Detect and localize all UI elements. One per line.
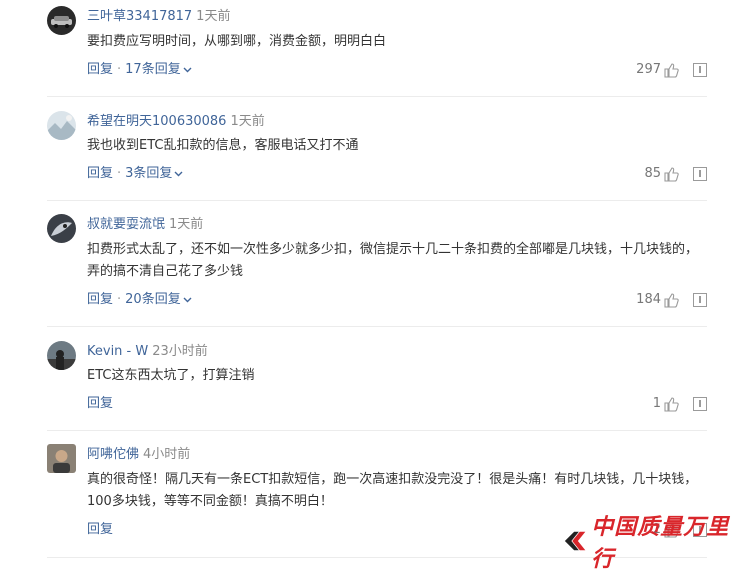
comment-stats: 1 [653,395,707,413]
replies-count: 3条回复 [125,166,173,181]
comment-stats: 184 [636,291,707,309]
report-icon[interactable] [693,293,707,307]
comment-meta: Kevin - W 23小时前 [87,343,208,361]
separator: · [117,62,122,77]
comment-text: 要扣费应写明时间，从哪到哪，消费金额，明明白白 [87,34,387,49]
comment-text: 我也收到ETC乱扣款的信息，客服电话又打不通 [87,138,359,153]
thumbs-up-icon[interactable] [664,62,679,78]
thumbs-up-icon[interactable] [664,292,679,308]
username[interactable]: 阿咈佗佛 [87,447,139,462]
reply-button[interactable]: 回复 [87,62,113,77]
separator: · [117,292,122,307]
avatar[interactable] [47,341,76,370]
report-icon[interactable] [693,63,707,77]
comment-time: 1天前 [169,217,204,232]
comment-stats: 85 [644,165,707,183]
chevron-down-icon [183,67,192,72]
comment-meta: 叔就要耍流氓 1天前 [87,216,203,234]
comment-actions: 回复 [87,521,113,539]
comment-time: 1天前 [230,114,265,129]
comment-meta: 希望在明天100630086 1天前 [87,113,265,131]
dark-avatar-image [47,214,76,243]
watermark-logo: 中国质量万里行 [563,514,741,572]
comment-actions: 回复 [87,395,113,413]
divider [47,430,707,431]
brand-logo-icon [564,531,586,551]
view-replies-button[interactable]: 17条回复 [125,62,192,77]
comment-text: 扣费形式太乱了，还不如一次性多少就多少扣，微信提示十几二十条扣费的全部嘟是几块钱… [87,242,699,279]
username[interactable]: 叔就要耍流氓 [87,217,165,232]
view-replies-button[interactable]: 20条回复 [125,292,192,307]
avatar[interactable] [47,6,76,35]
divider [47,200,707,201]
comment-time: 23小时前 [152,344,208,359]
divider [47,326,707,327]
comment-actions: 回复 · 17条回复 [87,61,192,79]
separator: · [117,166,122,181]
car-avatar-image [47,6,76,35]
watermark-text: 中国质量万里行 [591,514,730,572]
chevron-down-icon [183,297,192,302]
landscape-avatar-image [47,111,76,140]
comment-actions: 回复 · 3条回复 [87,165,183,183]
comment-meta: 阿咈佗佛 4小时前 [87,446,190,464]
username[interactable]: 三叶草33417817 [87,9,192,24]
report-icon[interactable] [693,167,707,181]
comment-time: 1天前 [196,9,231,24]
divider [47,96,707,97]
thumbs-up-icon[interactable] [664,396,679,412]
like-count: 1 [652,396,661,411]
reply-button[interactable]: 回复 [87,522,113,537]
reply-button[interactable]: 回复 [87,396,113,411]
username[interactable]: 希望在明天100630086 [87,114,226,129]
chevron-down-icon [174,171,183,176]
silhouette-avatar-image [47,341,76,370]
replies-count: 17条回复 [125,62,181,77]
reply-button[interactable]: 回复 [87,166,113,181]
thumbs-up-icon[interactable] [664,166,679,182]
comment-stats: 297 [636,61,707,79]
view-replies-button[interactable]: 3条回复 [125,166,183,181]
like-count: 85 [644,166,661,181]
username[interactable]: Kevin - W [87,344,148,359]
replies-count: 20条回复 [125,292,181,307]
like-count: 184 [636,292,661,307]
report-icon[interactable] [693,397,707,411]
comment-text: ETC这东西太坑了，打算注销 [87,368,255,383]
comment-actions: 回复 · 20条回复 [87,291,192,309]
avatar[interactable] [47,111,76,140]
comment-text: 真的很奇怪！隔几天有一条ECT扣款短信，跑一次高速扣款没完没了！很是头痛！有时几… [87,472,698,509]
like-count: 297 [636,62,661,77]
reply-button[interactable]: 回复 [87,292,113,307]
avatar[interactable] [47,444,76,473]
person-avatar-image [47,444,76,473]
comment-meta: 三叶草33417817 1天前 [87,8,230,26]
comment-time: 4小时前 [143,447,191,462]
avatar[interactable] [47,214,76,243]
